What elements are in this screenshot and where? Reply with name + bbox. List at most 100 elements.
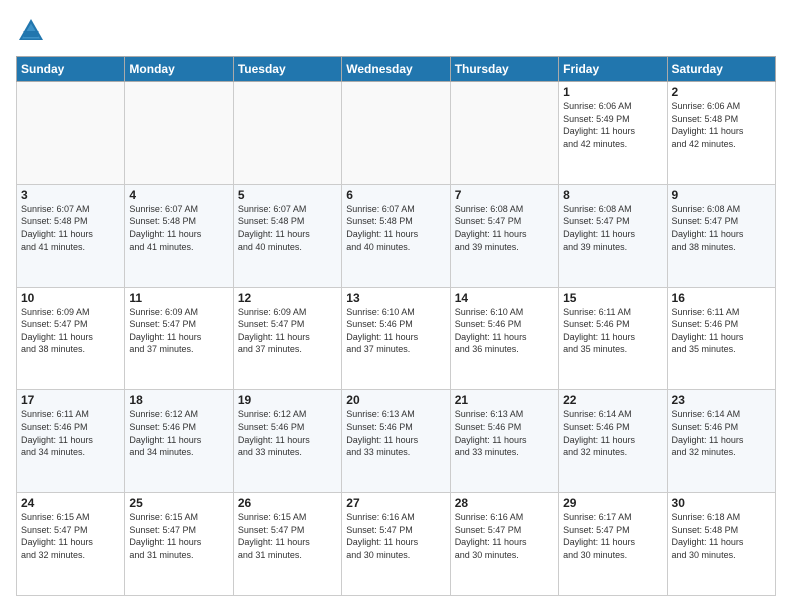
- calendar-cell: 28Sunrise: 6:16 AM Sunset: 5:47 PM Dayli…: [450, 493, 558, 596]
- day-info: Sunrise: 6:06 AM Sunset: 5:49 PM Dayligh…: [563, 100, 662, 150]
- day-info: Sunrise: 6:11 AM Sunset: 5:46 PM Dayligh…: [21, 408, 120, 458]
- calendar-cell: 24Sunrise: 6:15 AM Sunset: 5:47 PM Dayli…: [17, 493, 125, 596]
- day-info: Sunrise: 6:08 AM Sunset: 5:47 PM Dayligh…: [672, 203, 771, 253]
- day-number: 21: [455, 393, 554, 407]
- day-info: Sunrise: 6:10 AM Sunset: 5:46 PM Dayligh…: [346, 306, 445, 356]
- day-info: Sunrise: 6:07 AM Sunset: 5:48 PM Dayligh…: [129, 203, 228, 253]
- day-info: Sunrise: 6:15 AM Sunset: 5:47 PM Dayligh…: [129, 511, 228, 561]
- calendar-cell: 1Sunrise: 6:06 AM Sunset: 5:49 PM Daylig…: [559, 82, 667, 185]
- day-number: 23: [672, 393, 771, 407]
- calendar-cell: 25Sunrise: 6:15 AM Sunset: 5:47 PM Dayli…: [125, 493, 233, 596]
- day-number: 4: [129, 188, 228, 202]
- day-info: Sunrise: 6:13 AM Sunset: 5:46 PM Dayligh…: [455, 408, 554, 458]
- calendar-table: SundayMondayTuesdayWednesdayThursdayFrid…: [16, 56, 776, 596]
- weekday-header-thursday: Thursday: [450, 57, 558, 82]
- day-number: 28: [455, 496, 554, 510]
- day-number: 24: [21, 496, 120, 510]
- page: SundayMondayTuesdayWednesdayThursdayFrid…: [0, 0, 792, 612]
- day-info: Sunrise: 6:09 AM Sunset: 5:47 PM Dayligh…: [129, 306, 228, 356]
- day-number: 25: [129, 496, 228, 510]
- logo-icon: [16, 16, 46, 46]
- calendar-cell: 19Sunrise: 6:12 AM Sunset: 5:46 PM Dayli…: [233, 390, 341, 493]
- calendar-cell: 21Sunrise: 6:13 AM Sunset: 5:46 PM Dayli…: [450, 390, 558, 493]
- day-number: 7: [455, 188, 554, 202]
- day-info: Sunrise: 6:16 AM Sunset: 5:47 PM Dayligh…: [455, 511, 554, 561]
- calendar-cell: 4Sunrise: 6:07 AM Sunset: 5:48 PM Daylig…: [125, 184, 233, 287]
- weekday-header-tuesday: Tuesday: [233, 57, 341, 82]
- day-number: 17: [21, 393, 120, 407]
- day-number: 26: [238, 496, 337, 510]
- calendar-cell: 9Sunrise: 6:08 AM Sunset: 5:47 PM Daylig…: [667, 184, 775, 287]
- calendar-cell: 17Sunrise: 6:11 AM Sunset: 5:46 PM Dayli…: [17, 390, 125, 493]
- day-info: Sunrise: 6:12 AM Sunset: 5:46 PM Dayligh…: [129, 408, 228, 458]
- calendar-cell: 12Sunrise: 6:09 AM Sunset: 5:47 PM Dayli…: [233, 287, 341, 390]
- day-number: 14: [455, 291, 554, 305]
- day-number: 27: [346, 496, 445, 510]
- calendar-cell: 29Sunrise: 6:17 AM Sunset: 5:47 PM Dayli…: [559, 493, 667, 596]
- calendar-cell: 30Sunrise: 6:18 AM Sunset: 5:48 PM Dayli…: [667, 493, 775, 596]
- calendar-cell: [233, 82, 341, 185]
- calendar-cell: [17, 82, 125, 185]
- weekday-header-saturday: Saturday: [667, 57, 775, 82]
- calendar-cell: 5Sunrise: 6:07 AM Sunset: 5:48 PM Daylig…: [233, 184, 341, 287]
- day-info: Sunrise: 6:07 AM Sunset: 5:48 PM Dayligh…: [21, 203, 120, 253]
- day-info: Sunrise: 6:12 AM Sunset: 5:46 PM Dayligh…: [238, 408, 337, 458]
- calendar-cell: 13Sunrise: 6:10 AM Sunset: 5:46 PM Dayli…: [342, 287, 450, 390]
- calendar-cell: 20Sunrise: 6:13 AM Sunset: 5:46 PM Dayli…: [342, 390, 450, 493]
- calendar-cell: 15Sunrise: 6:11 AM Sunset: 5:46 PM Dayli…: [559, 287, 667, 390]
- day-info: Sunrise: 6:08 AM Sunset: 5:47 PM Dayligh…: [563, 203, 662, 253]
- day-number: 2: [672, 85, 771, 99]
- day-info: Sunrise: 6:16 AM Sunset: 5:47 PM Dayligh…: [346, 511, 445, 561]
- calendar-cell: 2Sunrise: 6:06 AM Sunset: 5:48 PM Daylig…: [667, 82, 775, 185]
- day-info: Sunrise: 6:06 AM Sunset: 5:48 PM Dayligh…: [672, 100, 771, 150]
- day-number: 11: [129, 291, 228, 305]
- calendar-cell: [450, 82, 558, 185]
- calendar-cell: 27Sunrise: 6:16 AM Sunset: 5:47 PM Dayli…: [342, 493, 450, 596]
- day-info: Sunrise: 6:13 AM Sunset: 5:46 PM Dayligh…: [346, 408, 445, 458]
- calendar-cell: 7Sunrise: 6:08 AM Sunset: 5:47 PM Daylig…: [450, 184, 558, 287]
- calendar-cell: 16Sunrise: 6:11 AM Sunset: 5:46 PM Dayli…: [667, 287, 775, 390]
- header: [16, 16, 776, 46]
- day-number: 3: [21, 188, 120, 202]
- day-number: 10: [21, 291, 120, 305]
- day-number: 13: [346, 291, 445, 305]
- day-number: 8: [563, 188, 662, 202]
- day-number: 18: [129, 393, 228, 407]
- day-info: Sunrise: 6:18 AM Sunset: 5:48 PM Dayligh…: [672, 511, 771, 561]
- day-info: Sunrise: 6:17 AM Sunset: 5:47 PM Dayligh…: [563, 511, 662, 561]
- day-info: Sunrise: 6:14 AM Sunset: 5:46 PM Dayligh…: [563, 408, 662, 458]
- day-number: 22: [563, 393, 662, 407]
- day-number: 9: [672, 188, 771, 202]
- weekday-header-monday: Monday: [125, 57, 233, 82]
- calendar-cell: 10Sunrise: 6:09 AM Sunset: 5:47 PM Dayli…: [17, 287, 125, 390]
- day-info: Sunrise: 6:15 AM Sunset: 5:47 PM Dayligh…: [238, 511, 337, 561]
- calendar-cell: [125, 82, 233, 185]
- calendar-cell: [342, 82, 450, 185]
- day-number: 1: [563, 85, 662, 99]
- calendar-cell: 18Sunrise: 6:12 AM Sunset: 5:46 PM Dayli…: [125, 390, 233, 493]
- day-info: Sunrise: 6:09 AM Sunset: 5:47 PM Dayligh…: [238, 306, 337, 356]
- day-number: 20: [346, 393, 445, 407]
- calendar-cell: 26Sunrise: 6:15 AM Sunset: 5:47 PM Dayli…: [233, 493, 341, 596]
- calendar-cell: 3Sunrise: 6:07 AM Sunset: 5:48 PM Daylig…: [17, 184, 125, 287]
- weekday-header-sunday: Sunday: [17, 57, 125, 82]
- day-number: 6: [346, 188, 445, 202]
- day-info: Sunrise: 6:15 AM Sunset: 5:47 PM Dayligh…: [21, 511, 120, 561]
- calendar-cell: 6Sunrise: 6:07 AM Sunset: 5:48 PM Daylig…: [342, 184, 450, 287]
- weekday-header-wednesday: Wednesday: [342, 57, 450, 82]
- day-number: 15: [563, 291, 662, 305]
- day-number: 30: [672, 496, 771, 510]
- logo: [16, 16, 50, 46]
- calendar-cell: 8Sunrise: 6:08 AM Sunset: 5:47 PM Daylig…: [559, 184, 667, 287]
- day-number: 16: [672, 291, 771, 305]
- day-info: Sunrise: 6:14 AM Sunset: 5:46 PM Dayligh…: [672, 408, 771, 458]
- calendar-cell: 23Sunrise: 6:14 AM Sunset: 5:46 PM Dayli…: [667, 390, 775, 493]
- day-info: Sunrise: 6:11 AM Sunset: 5:46 PM Dayligh…: [563, 306, 662, 356]
- day-info: Sunrise: 6:09 AM Sunset: 5:47 PM Dayligh…: [21, 306, 120, 356]
- day-number: 29: [563, 496, 662, 510]
- day-number: 5: [238, 188, 337, 202]
- day-info: Sunrise: 6:07 AM Sunset: 5:48 PM Dayligh…: [346, 203, 445, 253]
- day-info: Sunrise: 6:08 AM Sunset: 5:47 PM Dayligh…: [455, 203, 554, 253]
- day-number: 12: [238, 291, 337, 305]
- day-info: Sunrise: 6:10 AM Sunset: 5:46 PM Dayligh…: [455, 306, 554, 356]
